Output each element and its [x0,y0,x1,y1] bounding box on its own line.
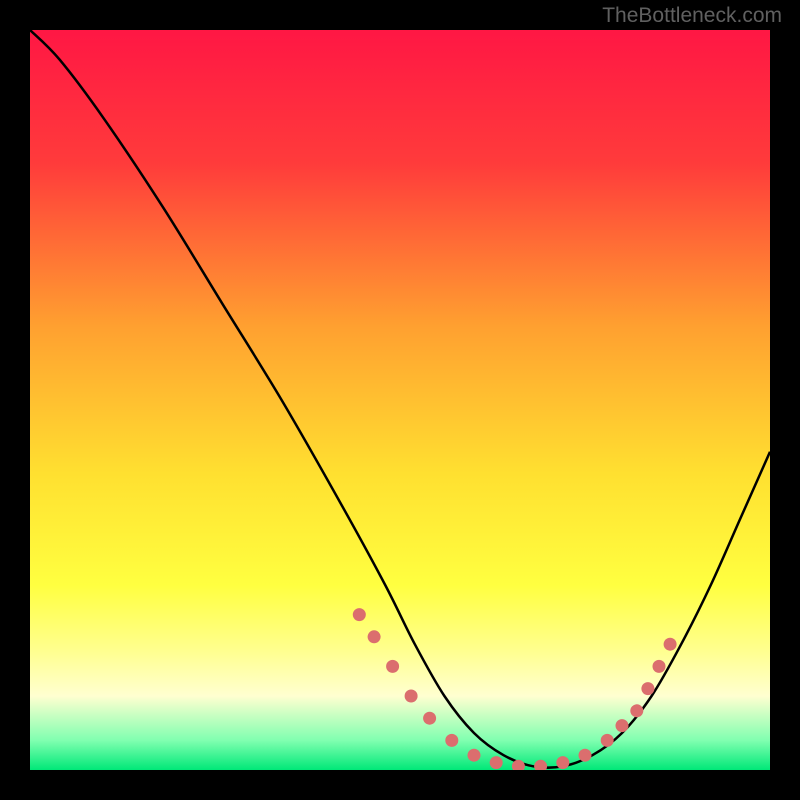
highlight-dot [386,660,399,673]
highlight-dot [556,756,569,769]
highlight-dot [653,660,666,673]
highlight-dot [490,756,503,769]
highlight-dot [664,638,677,651]
highlight-dot [405,690,418,703]
highlight-dot [579,749,592,762]
highlight-dot [445,734,458,747]
highlight-dot [641,682,654,695]
highlight-dots [353,608,677,770]
highlight-dot [353,608,366,621]
highlight-dot [423,712,436,725]
highlight-dot [368,630,381,643]
watermark-text: TheBottleneck.com [602,4,782,28]
highlight-dot [534,760,547,770]
highlight-dot [601,734,614,747]
highlight-dot [630,704,643,717]
highlight-dot [616,719,629,732]
curve-layer [30,30,770,770]
highlight-dot [468,749,481,762]
chart-plot-area [30,30,770,770]
bottleneck-curve [30,30,770,768]
